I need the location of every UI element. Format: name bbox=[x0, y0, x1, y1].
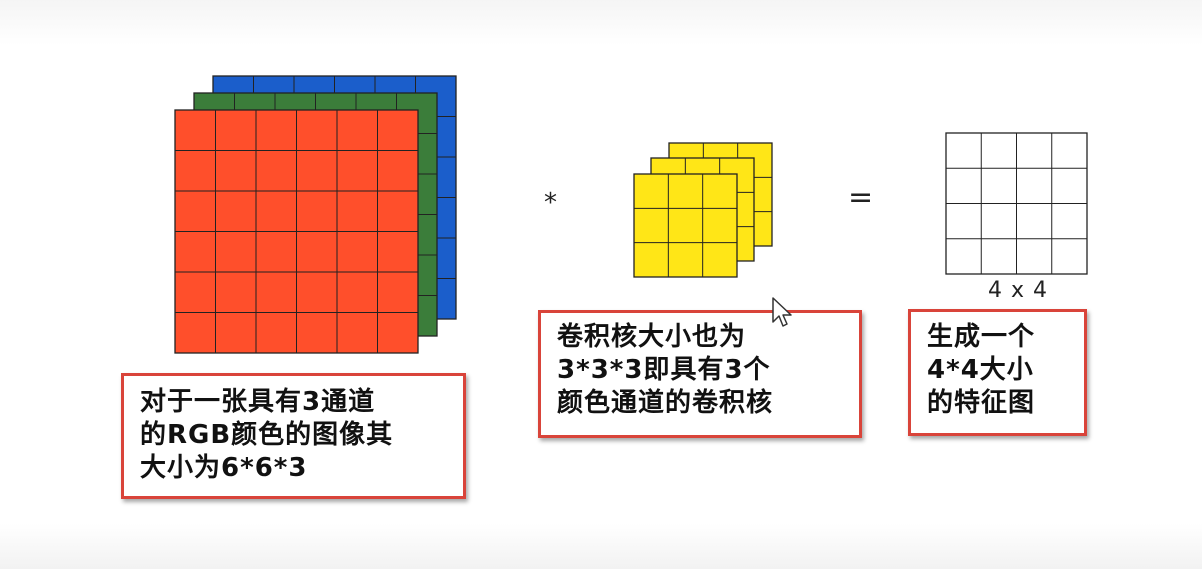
caption-line: 3*3*3即具有3个 bbox=[557, 355, 771, 385]
kernel-channel-1 bbox=[633, 173, 738, 278]
kernel-channel-1-fill bbox=[633, 173, 738, 278]
caption-line: 大小为6*6*3 bbox=[140, 453, 308, 483]
feature-map-grid bbox=[945, 132, 1088, 275]
caption-line: 的RGB颜色的图像其 bbox=[140, 420, 394, 450]
equals-operator: = bbox=[848, 180, 874, 215]
kernel-caption-box: 卷积核大小也为 3*3*3即具有3个 颜色通道的卷积核 bbox=[538, 310, 862, 438]
mouse-cursor-icon bbox=[772, 297, 792, 327]
feature-map bbox=[945, 132, 1088, 275]
caption-line: 4*4大小 bbox=[927, 355, 1034, 385]
input-image-stack bbox=[174, 75, 457, 354]
convolution-operator: * bbox=[544, 188, 557, 218]
caption-line: 颜色通道的卷积核 bbox=[557, 388, 774, 418]
caption-line: 对于一张具有3通道 bbox=[140, 387, 376, 417]
caption-line: 卷积核大小也为 bbox=[557, 322, 747, 352]
feature-map-size-label: 4 x 4 bbox=[988, 278, 1048, 303]
output-caption-box: 生成一个 4*4大小 的特征图 bbox=[908, 309, 1087, 436]
caption-line: 的特征图 bbox=[927, 388, 1036, 418]
input-channel-red bbox=[174, 109, 419, 354]
caption-line: 生成一个 bbox=[927, 322, 1036, 352]
kernel-stack bbox=[633, 142, 773, 278]
input-caption-box: 对于一张具有3通道 的RGB颜色的图像其 大小为6*6*3 bbox=[121, 373, 466, 499]
